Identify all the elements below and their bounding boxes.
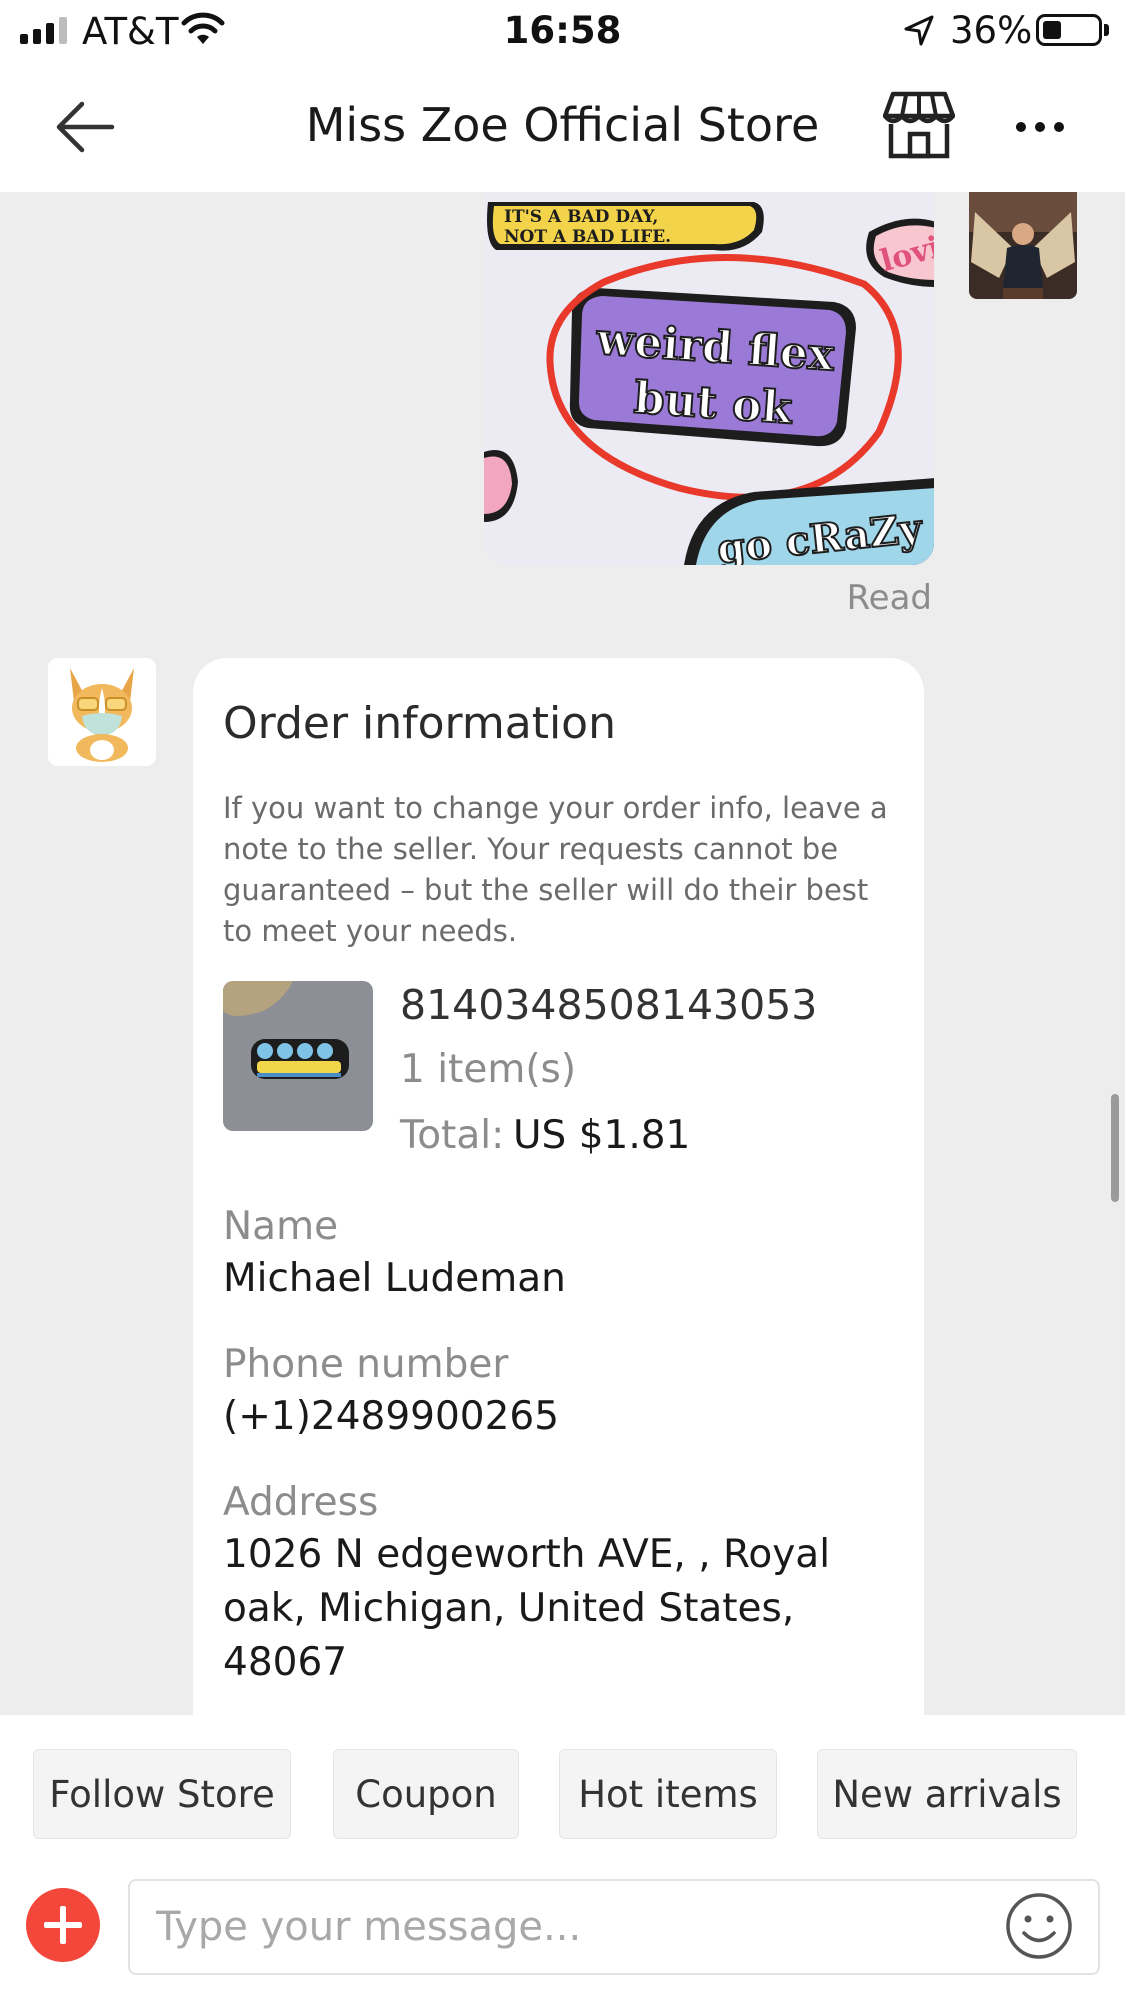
follow-store-button[interactable]: Follow Store: [33, 1749, 291, 1839]
phone-value: (+1)2489900265: [223, 1394, 560, 1439]
new-arrivals-button[interactable]: New arrivals: [817, 1749, 1077, 1839]
order-info-card[interactable]: Order information If you want to change …: [193, 658, 924, 1715]
item-count: 1 item(s): [400, 1047, 577, 1092]
pin-text-1: IT'S A BAD DAY,: [504, 207, 658, 227]
location-arrow-icon: [904, 15, 934, 46]
order-card-title: Order information: [223, 698, 616, 749]
total-label: Total:: [400, 1113, 505, 1158]
battery-icon: [1036, 14, 1102, 46]
hot-items-button[interactable]: Hot items: [559, 1749, 777, 1839]
user-avatar[interactable]: [969, 192, 1077, 299]
product-thumbnail[interactable]: [223, 981, 373, 1131]
status-bar: AT&T 16:58 36%: [0, 0, 1125, 62]
pins-photo: IT'S A BAD DAY, NOT A BAD LIFE. lovi wei…: [484, 192, 934, 565]
quick-reply-bar: Follow Store Coupon Hot items New arriva…: [0, 1715, 1125, 1850]
battery-percent: 36%: [950, 9, 1033, 52]
order-number[interactable]: 8140348508143053: [400, 981, 817, 1029]
address-value: 1026 N edgeworth AVE, , Royal oak, Michi…: [223, 1532, 831, 1685]
store-title: Miss Zoe Official Store: [305, 98, 820, 152]
sent-image-message[interactable]: IT'S A BAD DAY, NOT A BAD LIFE. lovi wei…: [484, 192, 934, 565]
chat-scrollbar[interactable]: [1111, 1094, 1119, 1202]
message-input[interactable]: [128, 1879, 1100, 1975]
order-card-note: If you want to change your order info, l…: [223, 791, 888, 948]
store-icon[interactable]: [883, 90, 955, 160]
coupon-button[interactable]: Coupon: [333, 1749, 519, 1839]
read-receipt: Read: [846, 578, 932, 618]
phone-label: Phone number: [223, 1342, 509, 1387]
chat-area: IT'S A BAD DAY, NOT A BAD LIFE. lovi wei…: [0, 192, 1125, 1715]
battery-cap: [1104, 24, 1109, 36]
total-value: US $1.81: [513, 1113, 691, 1158]
name-label: Name: [223, 1204, 339, 1249]
pin-text-2: NOT A BAD LIFE.: [504, 227, 671, 247]
emoji-icon[interactable]: [1003, 1890, 1075, 1962]
seller-avatar[interactable]: [48, 658, 156, 766]
more-icon[interactable]: [1010, 102, 1070, 152]
name-value: Michael Ludeman: [223, 1256, 566, 1301]
chat-header: Miss Zoe Official Store: [0, 62, 1125, 192]
message-composer: [0, 1850, 1125, 2000]
plus-icon[interactable]: [26, 1888, 100, 1962]
address-label: Address: [223, 1480, 379, 1525]
